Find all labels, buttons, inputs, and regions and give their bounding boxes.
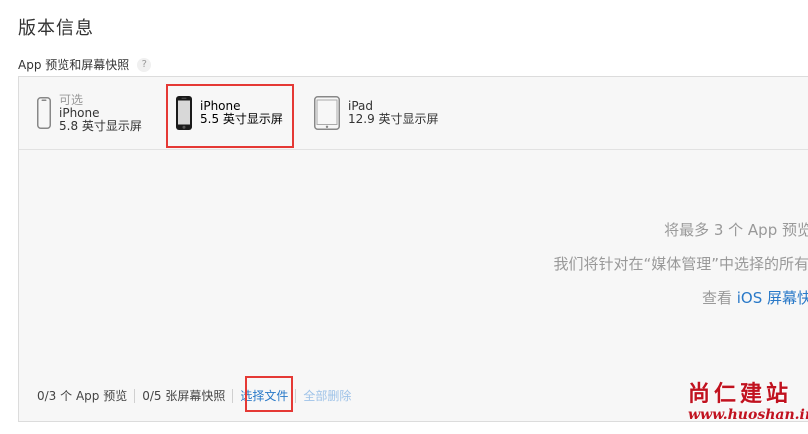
tab-optional-label: 可选 — [59, 92, 84, 107]
device-tabs: 可选 iPhone 5.8 英寸显示屏 iPhone 5.5 英寸显示屏 iPa… — [19, 77, 808, 150]
section-label-text: App 预览和屏幕快照 — [18, 58, 130, 72]
drop-zone-instructions: 将最多 3 个 App 预览和 我们将针对在“媒体管理”中选择的所有 iP 查看… — [467, 213, 808, 315]
media-panel: 可选 iPhone 5.8 英寸显示屏 iPhone 5.5 英寸显示屏 iPa… — [18, 76, 808, 422]
choose-file-link[interactable]: 选择文件 — [233, 387, 295, 404]
watermark-url: www.huoshan.info — [688, 407, 808, 423]
tab-device-size: 12.9 英寸显示屏 — [348, 112, 439, 126]
screenshot-count: 0/5 张屏幕快照 — [142, 389, 226, 403]
drop-instruction-line: 我们将针对在“媒体管理”中选择的所有 iP — [553, 255, 808, 273]
ipad-icon — [314, 96, 340, 130]
device-tab-ipad-12-9[interactable]: iPad 12.9 英寸显示屏 — [314, 77, 439, 149]
page-title: 版本信息 — [18, 18, 94, 39]
delete-all-link[interactable]: 全部删除 — [296, 387, 358, 404]
preview-count: 0/3 个 App 预览 — [37, 389, 128, 403]
tab-device-size: 5.8 英寸显示屏 — [59, 118, 142, 133]
help-icon[interactable]: ? — [137, 57, 152, 72]
ios-screenshots-link[interactable]: iOS 屏幕快照 — [737, 289, 808, 307]
drop-instruction-line: 将最多 3 个 App 预览和 — [664, 221, 808, 239]
section-label: App 预览和屏幕快照 ? — [18, 56, 152, 73]
tab-device-name: iPhone — [59, 105, 100, 120]
tab-device-size: 5.5 英寸显示屏 — [200, 112, 283, 126]
watermark-title: 尚仁建站 — [688, 381, 793, 407]
device-tab-iphone-5-5[interactable]: iPhone 5.5 英寸显示屏 — [176, 77, 283, 149]
iphone-icon — [176, 96, 192, 130]
view-prefix-text: 查看 — [701, 289, 737, 307]
iphone-x-icon — [37, 97, 51, 129]
drop-instruction-line: 查看 iOS 屏幕快照 — [467, 281, 808, 315]
watermark-logo: 尚仁建站 www.huoshan.info — [688, 382, 808, 424]
device-tab-iphone-5-8[interactable]: 可选 iPhone 5.8 英寸显示屏 — [37, 77, 142, 149]
